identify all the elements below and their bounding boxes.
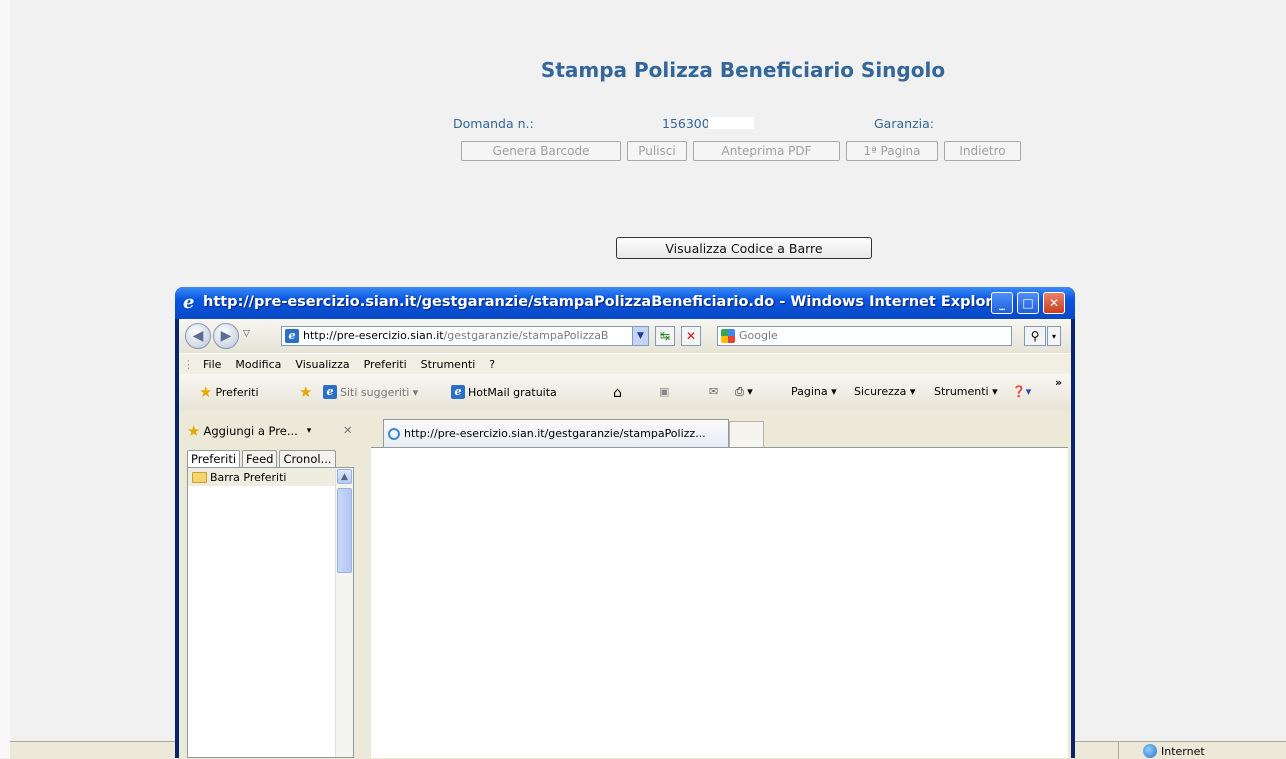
favorites-tabs: Preferiti Feed Cronol... [187, 450, 336, 467]
menu-modifica[interactable]: Modifica [228, 358, 288, 371]
mail-icon[interactable]: ✉ [709, 385, 718, 398]
forward-icon[interactable]: ▶ [213, 323, 239, 349]
search-icon[interactable]: ⚲ [1024, 326, 1046, 346]
hotmail-icon: e [451, 385, 465, 399]
add-favorite-icon: ★ [299, 383, 313, 401]
search-options-icon[interactable]: ▾ [1047, 326, 1061, 346]
status-divider [1118, 742, 1119, 759]
google-icon [721, 329, 735, 343]
folder-icon [192, 471, 207, 483]
status-zone-label: Internet [1161, 744, 1205, 758]
menu-preferiti[interactable]: Preferiti [357, 358, 414, 371]
add-star-icon: ★ [187, 422, 201, 440]
genera-barcode-button[interactable]: Genera Barcode [461, 141, 621, 161]
chevron-down-icon: ▾ [306, 426, 312, 436]
preferiti-label: Preferiti [215, 385, 259, 399]
address-toolbar: ◀ ▶ ▽ e http://pre-esercizio.sian.it/gest… [179, 319, 1071, 353]
siti-suggeriti-label: Siti suggeriti ▾ [340, 385, 419, 399]
action-buttons: Genera Barcode Pulisci Anteprima PDF 1ª … [461, 141, 1021, 161]
page-title: Stampa Polizza Beneficiario Singolo [540, 58, 946, 82]
home-icon[interactable]: ⌂ [613, 385, 622, 401]
hotmail-button[interactable]: e HotMail gratuita [451, 385, 557, 399]
address-dropdown-icon[interactable]: ▼ [632, 326, 649, 346]
hotmail-label: HotMail gratuita [468, 385, 557, 399]
history-dropdown-icon[interactable]: ▽ [243, 329, 250, 339]
menu-strumenti[interactable]: Strumenti [414, 358, 483, 371]
add-favorite-button[interactable]: ★ [299, 383, 313, 401]
siti-suggeriti-button[interactable]: e Siti suggeriti ▾ [323, 385, 418, 399]
address-host: http://pre-esercizio.sian.it [303, 329, 444, 342]
ie-titlebar[interactable]: e http://pre-esercizio.sian.it/gestgaran… [175, 287, 1075, 319]
favorites-scrollbar[interactable]: ▲ [335, 468, 353, 757]
domanda-label: Domanda n.: [453, 116, 534, 131]
list-item[interactable]: Barra Preferiti [188, 468, 336, 486]
menu-help[interactable]: ? [482, 358, 502, 371]
add-to-favorites-button[interactable]: ★ Aggiungi a Pre... ▾ [187, 422, 312, 440]
overflow-icon[interactable]: » [1055, 376, 1062, 389]
feeds-icon[interactable]: ▣ [659, 385, 669, 398]
favorites-center-header: ★ Aggiungi a Pre... ▾ ✕ [179, 410, 366, 450]
sicurezza-menu[interactable]: Sicurezza ▾ [854, 385, 915, 398]
favorites-center: ★ Aggiungi a Pre... ▾ ✕ Preferiti Feed C… [179, 410, 366, 758]
print-icon[interactable]: ⎙ ▾ [735, 385, 753, 399]
visualizza-codice-button[interactable]: Visualizza Codice a Barre [616, 237, 872, 259]
status-zone: Internet [1143, 744, 1205, 758]
menu-bar: ⋮ File Modifica Visualizza Preferiti Str… [179, 353, 1071, 374]
favorites-bar: ★ Preferiti ★ e Siti suggeriti ▾ e HotMa… [179, 374, 1071, 410]
minimize-icon[interactable]: _ [991, 292, 1013, 314]
pane-close-icon[interactable]: ✕ [343, 423, 353, 437]
strumenti-menu[interactable]: Strumenti ▾ [934, 385, 998, 398]
new-tab-button[interactable] [729, 421, 764, 447]
search-placeholder: Google [739, 329, 778, 342]
scroll-up-icon[interactable]: ▲ [337, 469, 352, 484]
ie-client: ◀ ▶ ▽ e http://pre-esercizio.sian.it/gest… [179, 319, 1071, 758]
tab-feed[interactable]: Feed [242, 450, 278, 467]
close-icon[interactable]: ✕ [1043, 292, 1065, 314]
loading-icon [388, 427, 400, 440]
menu-grip: ⋮ [183, 357, 194, 371]
address-input[interactable]: e http://pre-esercizio.sian.it/gestgaranz… [281, 326, 649, 346]
domanda-redacted [708, 117, 754, 129]
anteprima-pdf-button[interactable]: Anteprima PDF [693, 141, 840, 161]
page-viewport [371, 447, 1068, 758]
pulisci-button[interactable]: Pulisci [627, 141, 687, 161]
pagina-menu[interactable]: Pagina ▾ [791, 385, 837, 398]
scroll-thumb[interactable] [337, 488, 352, 573]
prima-pagina-button[interactable]: 1ª Pagina [846, 141, 938, 161]
preferiti-button[interactable]: ★ Preferiti [199, 383, 259, 401]
tab-preferiti[interactable]: Preferiti [187, 450, 241, 467]
main-page: Stampa Polizza Beneficiario Singolo Doma… [0, 0, 1286, 759]
refresh-icon[interactable]: ↹ [655, 326, 675, 346]
ie-window: e http://pre-esercizio.sian.it/gestgaran… [175, 287, 1075, 758]
favorites-list: Barra Preferiti ▲ [187, 467, 354, 758]
indietro-button[interactable]: Indietro [944, 141, 1021, 161]
stop-icon[interactable]: ✕ [681, 326, 701, 346]
maximize-icon[interactable]: □ [1017, 292, 1039, 314]
favorites-star-icon: ★ [199, 383, 213, 401]
menu-visualizza[interactable]: Visualizza [288, 358, 356, 371]
tab-strip: http://pre-esercizio.sian.it/gestgaranzi… [371, 410, 1071, 447]
page-icon: e [285, 329, 299, 343]
garanzia-label: Garanzia: [874, 116, 934, 131]
search-input[interactable]: Google [717, 326, 1012, 346]
browser-content: http://pre-esercizio.sian.it/gestgaranzi… [371, 410, 1071, 758]
help-icon[interactable]: ❓▾ [1012, 385, 1031, 398]
menu-file[interactable]: File [196, 358, 228, 371]
ie-small-icon: e [323, 385, 337, 399]
left-margin [0, 0, 10, 758]
address-path: /gestgaranzie/stampaPolizzaB [443, 329, 609, 342]
ie-window-title: http://pre-esercizio.sian.it/gestgaranzi… [203, 294, 1010, 310]
add-to-favorites-label: Aggiungi a Pre... [203, 424, 298, 438]
browser-tab[interactable]: http://pre-esercizio.sian.it/gestgaranzi… [383, 419, 729, 447]
ie-logo-icon: e [183, 292, 195, 313]
globe-icon [1143, 744, 1157, 758]
tab-cronologia[interactable]: Cronol... [279, 450, 336, 467]
browser-tab-title: http://pre-esercizio.sian.it/gestgaranzi… [404, 427, 706, 440]
back-icon[interactable]: ◀ [185, 323, 211, 349]
list-item-label: Barra Preferiti [210, 470, 287, 484]
